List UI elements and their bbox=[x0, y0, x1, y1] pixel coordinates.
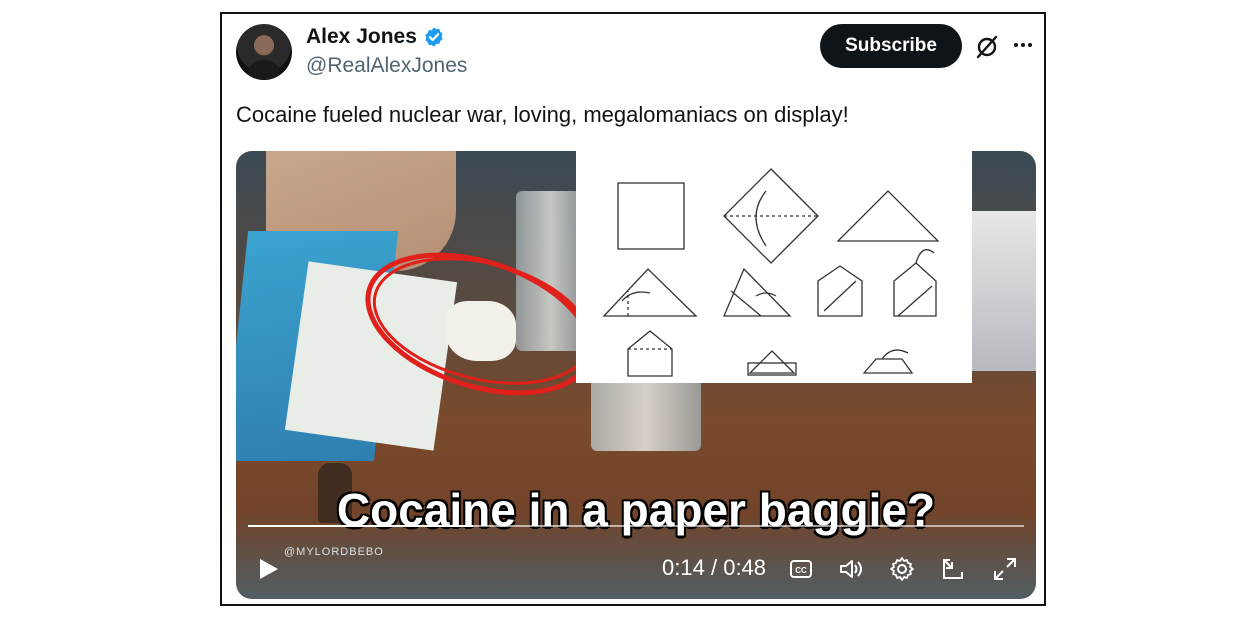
author-handle[interactable]: @RealAlexJones bbox=[306, 54, 467, 78]
slashed-circle-icon[interactable] bbox=[974, 34, 1000, 60]
volume-icon[interactable] bbox=[838, 556, 864, 582]
avatar[interactable] bbox=[236, 24, 292, 80]
paper-fold-diagram bbox=[576, 151, 972, 383]
settings-icon[interactable] bbox=[889, 556, 915, 582]
tweet-text: Cocaine fueled nuclear war, loving, mega… bbox=[236, 102, 849, 127]
pop-out-icon[interactable] bbox=[940, 556, 966, 582]
video-progress-fill bbox=[248, 525, 474, 527]
svg-text:CC: CC bbox=[795, 566, 807, 575]
video-frame-right-object bbox=[966, 211, 1036, 371]
play-icon[interactable] bbox=[256, 557, 280, 581]
video-time: 0:14 / 0:48 bbox=[662, 555, 766, 581]
video-watermark: @MYLORDBEBO bbox=[284, 546, 384, 558]
author-name-row: Alex Jones bbox=[306, 25, 445, 49]
video-progress-bar[interactable] bbox=[248, 525, 1024, 527]
video-caption: Cocaine in a paper baggie? bbox=[336, 484, 936, 536]
tweet-card: Alex Jones @RealAlexJones Subscribe Coca… bbox=[220, 12, 1046, 606]
subscribe-button[interactable]: Subscribe bbox=[820, 24, 962, 68]
video-current-time: 0:14 bbox=[662, 555, 705, 580]
more-horizontal-icon[interactable] bbox=[1010, 32, 1036, 58]
red-annotation-circle bbox=[365, 252, 593, 396]
video-time-separator: / bbox=[710, 555, 718, 580]
fullscreen-icon[interactable] bbox=[992, 556, 1018, 582]
video-frame-glass-lower bbox=[591, 371, 701, 451]
verified-badge-icon bbox=[425, 27, 443, 47]
author-display-name[interactable]: Alex Jones bbox=[306, 25, 417, 49]
closed-captions-icon[interactable]: CC bbox=[788, 556, 814, 582]
video-duration: 0:48 bbox=[723, 555, 767, 580]
video-player[interactable]: Cocaine in a paper baggie? @MYLORDBEBO 0… bbox=[236, 151, 1036, 599]
